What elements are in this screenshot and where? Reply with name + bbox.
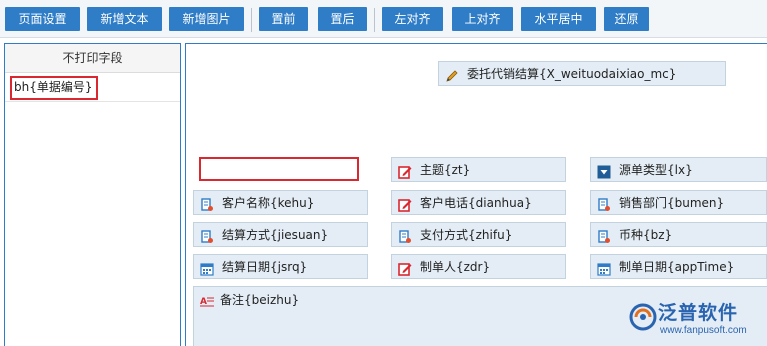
edit-icon (398, 196, 412, 212)
edit-icon (398, 163, 412, 179)
dropdown-icon (597, 163, 611, 178)
field-creator[interactable]: 制单人{zdr} (391, 254, 566, 279)
field-source-type[interactable]: 源单类型{lx} (590, 157, 767, 182)
page-settings-button[interactable]: 页面设置 (5, 7, 80, 31)
field-customer-phone-label: 客户电话{dianhua} (420, 196, 532, 210)
non-print-field-item[interactable]: bh{单据编号} (5, 73, 180, 102)
field-creator-label: 制单人{zdr} (420, 260, 491, 274)
pencil-icon (445, 67, 459, 82)
field-settle-method-label: 结算方式{jiesuan} (222, 228, 329, 242)
document-lookup-icon (597, 196, 611, 211)
align-top-button[interactable]: 上对齐 (452, 7, 513, 31)
field-customer-phone[interactable]: 客户电话{dianhua} (391, 190, 566, 215)
field-create-date-label: 制单日期{appTime} (619, 260, 735, 274)
non-print-fields-header: 不打印字段 (5, 44, 180, 73)
non-print-field-label: bh{单据编号} (14, 80, 93, 94)
field-title[interactable]: 委托代销结算{X_weituodaixiao_mc} (438, 61, 726, 86)
logo-url: www.fanpusoft.com (660, 325, 747, 336)
textarea-icon: A (200, 294, 214, 308)
toolbar-divider (374, 8, 375, 32)
field-theme-label: 主题{zt} (420, 163, 471, 177)
calendar-icon (200, 260, 214, 276)
send-to-back-button[interactable]: 置后 (318, 7, 367, 31)
document-lookup-icon (200, 196, 214, 211)
field-currency[interactable]: 币种{bz} (590, 222, 767, 247)
field-sales-dept-label: 销售部门{bumen} (619, 196, 725, 210)
align-left-button[interactable]: 左对齐 (382, 7, 443, 31)
calendar-icon (597, 260, 611, 276)
logo-mark-icon (629, 303, 657, 331)
document-lookup-icon (200, 228, 214, 243)
field-settle-method[interactable]: 结算方式{jiesuan} (193, 222, 368, 247)
field-theme[interactable]: 主题{zt} (391, 157, 566, 182)
field-title-label: 委托代销结算{X_weituodaixiao_mc} (467, 67, 677, 81)
toolbar-divider (251, 8, 252, 32)
watermark-logo: 泛普软件 www.fanpusoft.com (628, 298, 767, 346)
edit-icon (398, 260, 412, 276)
toolbar: 页面设置 新增文本 新增图片 置前 置后 左对齐 上对齐 水平居中 还原 (0, 0, 767, 38)
document-lookup-icon (398, 228, 412, 243)
field-remark-label: 备注{beizhu} (220, 293, 300, 307)
field-create-date[interactable]: 制单日期{appTime} (590, 254, 767, 279)
add-image-button[interactable]: 新增图片 (169, 7, 244, 31)
empty-field-highlight[interactable] (199, 157, 359, 181)
field-customer-name-label: 客户名称{kehu} (222, 196, 315, 210)
field-source-type-label: 源单类型{lx} (619, 163, 693, 177)
field-customer-name[interactable]: 客户名称{kehu} (193, 190, 368, 215)
field-settle-date-label: 结算日期{jsrq} (222, 260, 308, 274)
field-pay-method[interactable]: 支付方式{zhifu} (391, 222, 566, 247)
restore-button[interactable]: 还原 (604, 7, 649, 31)
logo-name: 泛普软件 (658, 302, 739, 324)
document-lookup-icon (597, 228, 611, 243)
bring-to-front-button[interactable]: 置前 (259, 7, 308, 31)
field-sales-dept[interactable]: 销售部门{bumen} (590, 190, 767, 215)
center-horizontal-button[interactable]: 水平居中 (521, 7, 596, 31)
non-print-fields-panel: 不打印字段 bh{单据编号} (4, 43, 181, 346)
field-currency-label: 币种{bz} (619, 228, 673, 242)
add-text-button[interactable]: 新增文本 (87, 7, 162, 31)
field-settle-date[interactable]: 结算日期{jsrq} (193, 254, 368, 279)
field-pay-method-label: 支付方式{zhifu} (420, 228, 513, 242)
